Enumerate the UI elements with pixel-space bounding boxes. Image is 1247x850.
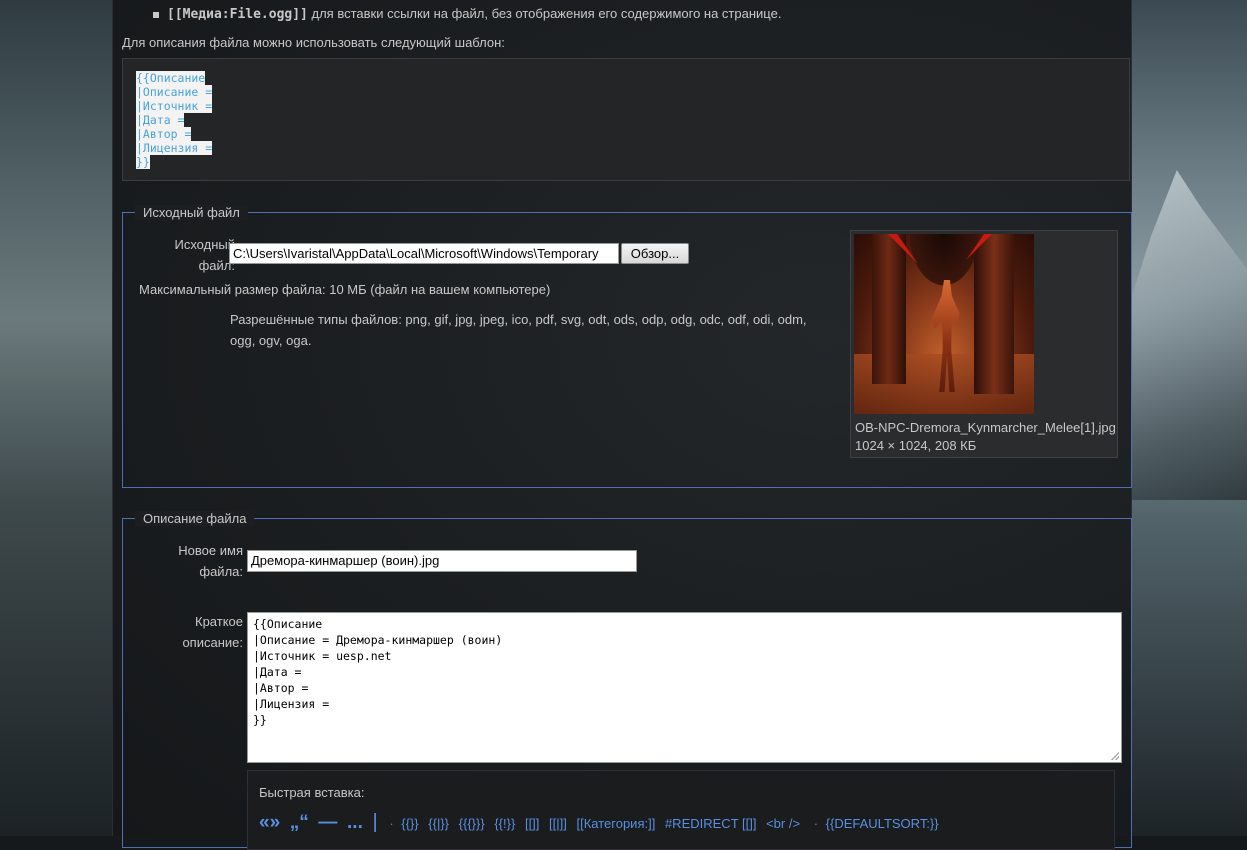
mountain-decoration: [1130, 170, 1247, 500]
quick-insert-separator: |: [372, 811, 378, 833]
quick-insert-item[interactable]: {{DEFAULTSORT:}}: [826, 816, 939, 831]
resize-grip-icon[interactable]: [1111, 752, 1119, 760]
template-line: |Источник =: [136, 99, 213, 113]
quick-insert-title: Быстрая вставка:: [259, 785, 365, 800]
quick-insert-row: «» „“ — ... | · {{}} {{|}} {{{}}} {{!}} …: [259, 811, 939, 833]
quick-insert-item[interactable]: {{!}}: [494, 816, 515, 831]
quick-insert-item[interactable]: <br />: [766, 816, 800, 831]
preview-image[interactable]: [854, 234, 1034, 414]
bullet-media-link: [[Медиа:File.ogg]] для вставки ссылки на…: [153, 6, 781, 22]
file-preview: OB-NPC-Dremora_Kynmarcher_Melee[1].jpg 1…: [850, 230, 1118, 458]
summary-text: {{Описание |Описание = Дремора-кинмаршер…: [253, 617, 503, 727]
template-line: |Лицензия =: [136, 141, 213, 155]
preview-filename: OB-NPC-Dremora_Kynmarcher_Melee[1].jpg: [855, 420, 1116, 435]
new-name-input[interactable]: Дремора-кинмаршер (воин).jpg: [247, 550, 637, 572]
quick-insert-guillemets[interactable]: «»: [259, 812, 280, 833]
page-content: [[Медиа:File.ogg]] для вставки ссылки на…: [112, 0, 1132, 850]
media-code: [[Медиа:File.ogg]]: [167, 7, 308, 22]
quick-insert-item[interactable]: #REDIRECT [[]]: [665, 816, 757, 831]
source-file-label: Исходный файл:: [174, 237, 235, 273]
template-code-block: {{Описание |Описание = |Источник = |Дата…: [122, 58, 1130, 181]
background-left: [0, 0, 112, 836]
browse-button[interactable]: Обзор...: [621, 243, 689, 264]
new-name-label: Новое имя файла:: [178, 543, 243, 579]
template-line: |Описание =: [136, 85, 213, 99]
max-size-text: Максимальный размер файла: 10 МБ (файл н…: [139, 282, 551, 297]
allowed-types-line2: ogg, ogv, oga.: [230, 333, 312, 348]
quick-insert-item[interactable]: {{}}: [401, 816, 418, 831]
template-line: }}: [136, 155, 150, 169]
media-code-description: для вставки ссылки на файл, без отображе…: [307, 6, 782, 21]
source-file-section: Исходный файл Исходный файл: C:\Users\Iv…: [122, 205, 1132, 488]
quick-insert-quotes[interactable]: „“: [290, 812, 309, 833]
preview-dimensions: 1024 × 1024, 208 КБ: [855, 438, 977, 453]
source-file-legend: Исходный файл: [135, 205, 248, 220]
quick-insert-item[interactable]: [[]]: [525, 816, 539, 831]
template-line: {{Описание: [136, 71, 206, 85]
quick-insert-item[interactable]: {{|}}: [428, 816, 449, 831]
quick-insert-item[interactable]: [[|]]: [549, 816, 567, 831]
file-description-section: Описание файла Новое имя файла: Дремора-…: [122, 511, 1132, 850]
bullet-icon: [153, 11, 159, 18]
template-lines: {{Описание |Описание = |Источник = |Дата…: [136, 71, 213, 169]
summary-label: Краткое описание:: [182, 614, 243, 650]
summary-textarea[interactable]: {{Описание |Описание = Дремора-кинмаршер…: [247, 612, 1122, 763]
allowed-types-line1: Разрешённые типы файлов: png, gif, jpg, …: [230, 312, 807, 327]
source-file-input[interactable]: C:\Users\Ivaristal\AppData\Local\Microso…: [229, 243, 619, 264]
quick-insert-item[interactable]: {{{}}}: [459, 816, 485, 831]
template-note: Для описания файла можно использовать сл…: [122, 35, 505, 50]
quick-insert-item[interactable]: [[Категория:]]: [576, 816, 655, 831]
quick-insert-dash[interactable]: —: [318, 812, 337, 833]
background-right: [1130, 0, 1247, 836]
quick-insert-ellipsis[interactable]: ...: [347, 812, 363, 833]
template-line: |Автор =: [136, 127, 192, 141]
quick-insert-panel: Быстрая вставка: «» „“ — ... | · {{}} {{…: [247, 770, 1115, 850]
file-description-legend: Описание файла: [135, 511, 255, 526]
template-line: |Дата =: [136, 113, 185, 127]
